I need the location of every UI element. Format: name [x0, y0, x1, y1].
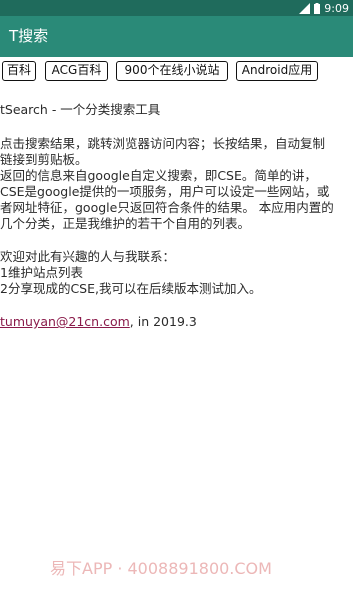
contact-item: 1维护站点列表 [0, 265, 83, 280]
app-name-line: tSearch - 一个分类搜索工具 [0, 102, 161, 117]
watermark: 易下APP · 4008891800.COM [50, 559, 272, 578]
cse-description-line: 返回的信息来自google自定义搜索，即CSE。简单的讲， [0, 168, 317, 183]
cse-description-line: CSE是google提供的一项服务，用户可以设定一些网站，或 [0, 184, 330, 199]
tab-novel-sites[interactable]: 900个在线小说站 [116, 61, 228, 81]
tab-android-apps[interactable]: Android应用 [236, 61, 318, 81]
email-link[interactable]: tumuyan@21cn.com [0, 314, 130, 329]
app-bar: T搜索 [0, 16, 353, 57]
contact-item: 2分享现成的CSE,我可以在后续版本测试加入。 [0, 281, 262, 296]
tab-baike[interactable]: 百科 [2, 61, 36, 81]
status-icons: 9:09 [299, 0, 349, 16]
app-title: T搜索 [9, 27, 49, 45]
status-time: 9:09 [324, 1, 349, 15]
cse-description-line: 者网址特征，google只返回符合条件的结果。 本应用内置的 [0, 200, 334, 215]
category-tab-strip: 百科 ACG百科 900个在线小说站 Android应用 [0, 61, 353, 83]
usage-line: 链接到剪贴板。 [0, 152, 88, 167]
status-bar: 9:09 [0, 0, 353, 16]
tab-acg-baike[interactable]: ACG百科 [45, 61, 108, 81]
contact-intro-line: 欢迎对此有兴趣的人与我联系： [0, 249, 176, 264]
signal-icon [299, 2, 311, 14]
cse-description-line: 几个分类，正是我维护的若干个自用的列表。 [0, 216, 251, 231]
usage-line: 点击搜索结果，跳转浏览器访问内容；长按结果，自动复制 [0, 136, 326, 151]
year-suffix: , in 2019.3 [129, 314, 197, 329]
battery-icon [314, 2, 321, 14]
author-line: tumuyan@21cn.com, in 2019.3 [0, 314, 197, 330]
